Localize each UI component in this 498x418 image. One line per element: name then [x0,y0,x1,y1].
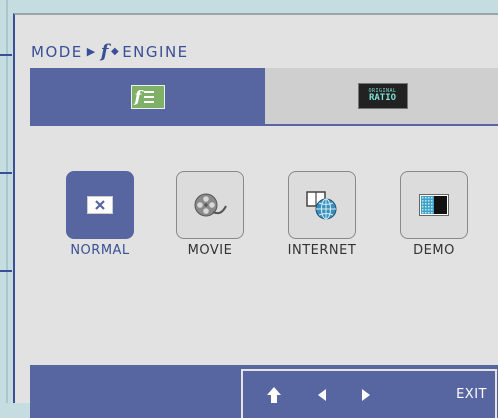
left-arrow-icon [318,388,326,401]
tab-original-ratio[interactable]: ORIGINAL RATIO [265,68,498,126]
tab-f-engine[interactable]: f [30,68,265,126]
up-arrow-button[interactable] [263,385,285,405]
mode-normal-button[interactable]: NORMAL [55,171,145,258]
demo-split-screen-icon [419,194,449,216]
mode-button-frame [176,171,244,239]
guide-line [0,270,12,272]
normal-mode-icon [87,196,113,214]
mode-label: NORMAL [70,243,130,258]
mode-button-frame [66,171,134,239]
title-f-char: f [100,41,110,62]
exit-button[interactable]: EXIT [456,387,487,402]
title-dot-icon: ◆ [111,46,121,57]
right-arrow-icon [362,388,370,401]
mode-label: MOVIE [187,243,233,258]
footer-bar: EXIT [30,365,498,418]
movie-reel-icon [194,193,227,217]
mode-movie-button[interactable]: MOVIE [165,171,255,258]
right-arrow-button[interactable] [359,388,373,402]
original-ratio-icon: ORIGINAL RATIO [357,83,408,109]
nav-buttons: EXIT [241,369,497,418]
osd-panel: MODE ▶ f ◆ ENGINE f ORIGINAL RATIO NORMA… [13,13,498,418]
guide-line [0,172,12,174]
left-edge-line [6,0,8,403]
guide-line [0,54,12,56]
title-engine-word: ENGINE [122,42,189,61]
tab-bar: f ORIGINAL RATIO [30,68,498,126]
mode-list: NORMAL MOVIE INTERNET DEMO [55,171,495,281]
mode-label: DEMO [413,243,455,258]
title-mode-word: MODE [31,42,83,61]
mode-internet-button[interactable]: INTERNET [277,171,367,258]
f-engine-icon: f [130,85,165,109]
osd-title: MODE ▶ f ◆ ENGINE [31,41,189,62]
up-arrow-icon [267,386,281,403]
f-engine-icon-letter: f [134,87,142,106]
mode-button-frame [288,171,356,239]
mode-demo-button[interactable]: DEMO [389,171,479,258]
left-arrow-button[interactable] [315,388,329,402]
internet-globe-icon [306,191,337,220]
mode-button-frame [400,171,468,239]
title-arrow-icon: ▶ [86,45,97,58]
mode-label: INTERNET [287,243,357,258]
